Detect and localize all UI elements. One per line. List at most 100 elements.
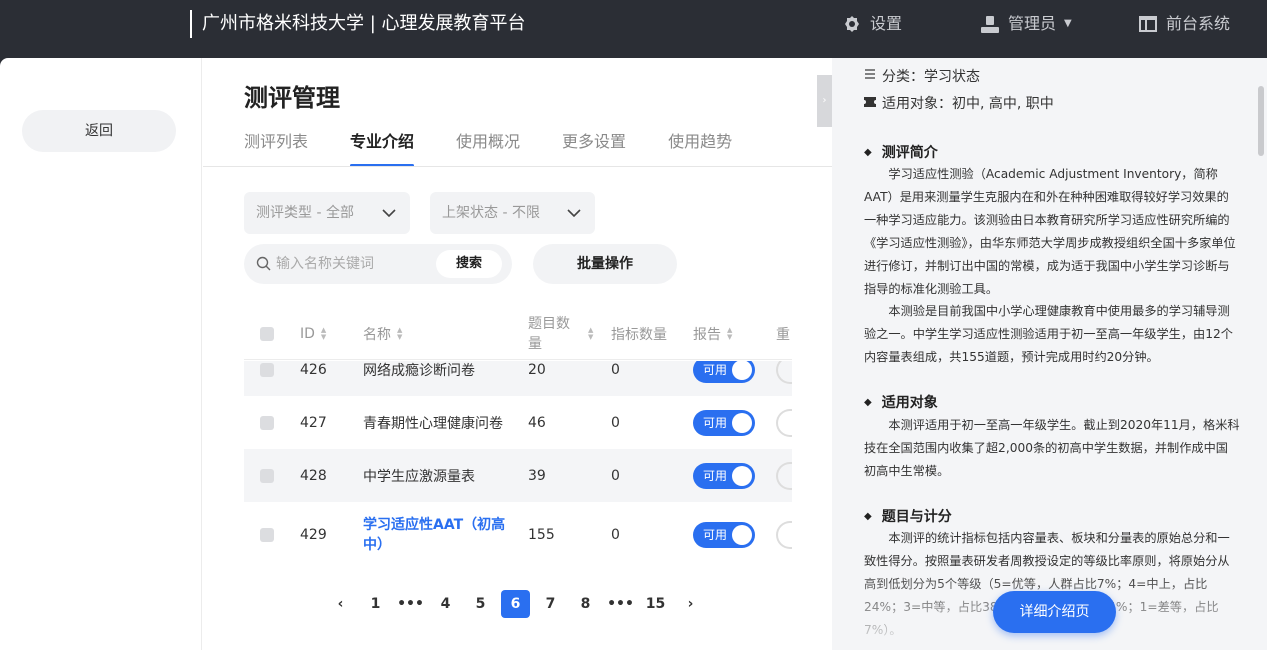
row-name: 中学生应激源量表	[363, 468, 475, 485]
settings-button[interactable]: 设置	[842, 10, 902, 38]
col-report-label: 报告	[693, 327, 721, 343]
main-card: 返回 测评管理 测评列表 专业介绍 使用概况 更多设置 使用趋势 测评类型 - …	[0, 58, 832, 650]
audience-paragraph: 本测评适用于初一至高一年级学生。截止到2020年11月，格米科技在全国范围内收集…	[864, 418, 1240, 478]
row-count: 155	[528, 527, 555, 543]
type-filter-select[interactable]: 测评类型 - 全部	[244, 192, 410, 234]
bullet-icon: ◆	[864, 146, 872, 158]
audience-label: 适用对象：初中, 高中, 职中	[882, 96, 1054, 112]
extra-toggle[interactable]	[776, 361, 792, 384]
col-id-label: ID	[300, 326, 315, 342]
col-id-header[interactable]: ID ▲ ▼	[300, 308, 326, 360]
page-button[interactable]: 15	[638, 590, 673, 618]
tab-bar: 测评列表 专业介绍 使用概况 更多设置 使用趋势	[244, 128, 732, 167]
page-ellipsis[interactable]: •••	[603, 590, 638, 618]
search-button[interactable]: 搜索	[436, 250, 502, 278]
section-title-scoring: ◆ 题目与计分	[864, 506, 952, 526]
bullet-icon: ◆	[864, 396, 872, 408]
table-row[interactable]: 426 网络成瘾诊断问卷 20 0 可用	[244, 361, 792, 396]
page-button[interactable]: 7	[533, 590, 568, 618]
table-header: ID ▲ ▼ 名称 ▲ ▼ 题目数量 ▲ ▼ 指标数量 报告 ▲ ▼ 重	[244, 308, 792, 360]
toggle-label: 可用	[703, 468, 728, 483]
table-body: 426 网络成瘾诊断问卷 20 0 可用 427 青春期性心理健康问卷 46 0…	[244, 361, 792, 625]
row-checkbox[interactable]	[260, 468, 274, 483]
tab-more-settings[interactable]: 更多设置	[562, 128, 626, 167]
detail-page-button[interactable]: 详细介绍页	[993, 591, 1116, 633]
main-content: 测评管理 测评列表 专业介绍 使用概况 更多设置 使用趋势 测评类型 - 全部 …	[203, 58, 832, 650]
row-checkbox[interactable]	[260, 528, 274, 542]
section-heading: 题目与计分	[881, 509, 952, 525]
top-bar: 广州市格米科技大学 | 心理发展教育平台 设置 管理员 ▼ 前台系统	[0, 0, 1267, 60]
bulk-action-button[interactable]: 批量操作	[533, 244, 677, 284]
row-count: 39	[528, 467, 546, 484]
page-button[interactable]: 5	[463, 590, 498, 618]
admin-label: 管理员	[1008, 14, 1057, 33]
col-indicators-label: 指标数量	[611, 327, 667, 343]
report-toggle[interactable]: 可用	[693, 361, 755, 383]
search-icon	[256, 256, 271, 275]
extra-toggle[interactable]	[776, 461, 792, 490]
caret-down-icon: ▼	[1064, 18, 1072, 29]
settings-label: 设置	[870, 14, 903, 33]
next-page-button[interactable]: ›	[673, 590, 708, 618]
col-name-header[interactable]: 名称 ▲ ▼	[363, 308, 402, 360]
report-toggle[interactable]: 可用	[693, 409, 755, 436]
ticket-icon	[862, 95, 878, 111]
tab-usage-trend[interactable]: 使用趋势	[668, 128, 732, 167]
audience-meta: 适用对象：初中, 高中, 职中	[862, 93, 1054, 113]
table-row[interactable]: 427 青春期性心理健康问卷 46 0 可用	[244, 396, 792, 449]
layout-icon	[1138, 14, 1158, 34]
col-report-header[interactable]: 报告 ▲ ▼	[693, 308, 732, 360]
section-title-intro: ◆ 测评简介	[864, 142, 938, 162]
table-row[interactable]: 429 学习适应性AAT（初高中） 155 0 可用	[244, 502, 792, 568]
gear-icon	[842, 14, 862, 34]
select-all-checkbox[interactable]	[260, 327, 274, 341]
row-name: 青春期性心理健康问卷	[363, 415, 503, 432]
intro-paragraph-1: 学习适应性测验（Academic Adjustment Inventory，简称…	[864, 167, 1236, 296]
extra-toggle[interactable]	[776, 521, 792, 549]
row-indicators: 0	[611, 527, 620, 543]
intro-paragraph-2: 本测验是目前我国中小学心理健康教育中使用最多的学习辅导测验之一。中学生学习适应性…	[864, 304, 1233, 364]
status-filter-value: 上架状态 - 不限	[442, 205, 540, 221]
category-meta: 分类：学习状态	[864, 66, 980, 86]
row-id: 427	[300, 414, 327, 431]
page-title: 测评管理	[244, 84, 340, 112]
sort-icon: ▲ ▼	[320, 326, 327, 341]
row-count: 20	[528, 361, 546, 378]
row-checkbox[interactable]	[260, 362, 274, 377]
row-name: 网络成瘾诊断问卷	[363, 362, 475, 379]
col-name-label: 名称	[363, 327, 391, 343]
back-button[interactable]: 返回	[22, 110, 176, 152]
bullet-icon: ◆	[864, 510, 872, 522]
row-indicators: 0	[611, 361, 620, 378]
row-indicators: 0	[611, 414, 620, 431]
sort-icon: ▲ ▼	[588, 326, 594, 341]
page-button[interactable]: 4	[428, 590, 463, 618]
prev-page-button[interactable]: ‹	[323, 590, 358, 618]
page-button-current[interactable]: 6	[501, 590, 530, 618]
page-button[interactable]: 1	[358, 590, 393, 618]
frontend-system-link[interactable]: 前台系统	[1138, 10, 1230, 38]
status-filter-select[interactable]: 上架状态 - 不限	[430, 192, 595, 234]
report-toggle[interactable]: 可用	[693, 522, 755, 548]
detail-panel: 分类：学习状态 适用对象：初中, 高中, 职中 ◆ 测评简介 学习适应性测验（A…	[832, 58, 1267, 650]
admin-menu[interactable]: 管理员 ▼	[980, 10, 1072, 38]
report-toggle[interactable]: 可用	[693, 462, 755, 489]
sort-icon: ▲ ▼	[727, 326, 733, 341]
extra-toggle[interactable]	[776, 408, 792, 437]
row-checkbox[interactable]	[260, 415, 274, 430]
panel-collapse-handle[interactable]: ›	[817, 75, 832, 127]
page-ellipsis[interactable]: •••	[393, 590, 428, 618]
page-button[interactable]: 8	[568, 590, 603, 618]
pagination: ‹ 1 ••• 4 5 6 7 8 ••• 15 ›	[323, 590, 708, 618]
tab-assessment-list[interactable]: 测评列表	[244, 128, 308, 167]
col-extra-label: 重	[776, 327, 790, 343]
tab-professional-intro[interactable]: 专业介绍	[350, 128, 415, 167]
table-row[interactable]: 428 中学生应激源量表 39 0 可用	[244, 449, 792, 502]
panel-scrollbar[interactable]	[1258, 86, 1264, 156]
search-input[interactable]	[276, 244, 426, 284]
toggle-label: 可用	[703, 415, 728, 430]
frontend-label: 前台系统	[1166, 14, 1231, 33]
row-name-link[interactable]: 学习适应性AAT（初高中）	[363, 502, 513, 568]
col-count-header[interactable]: 题目数量 ▲ ▼	[528, 308, 593, 360]
tab-usage-overview[interactable]: 使用概况	[456, 128, 520, 167]
